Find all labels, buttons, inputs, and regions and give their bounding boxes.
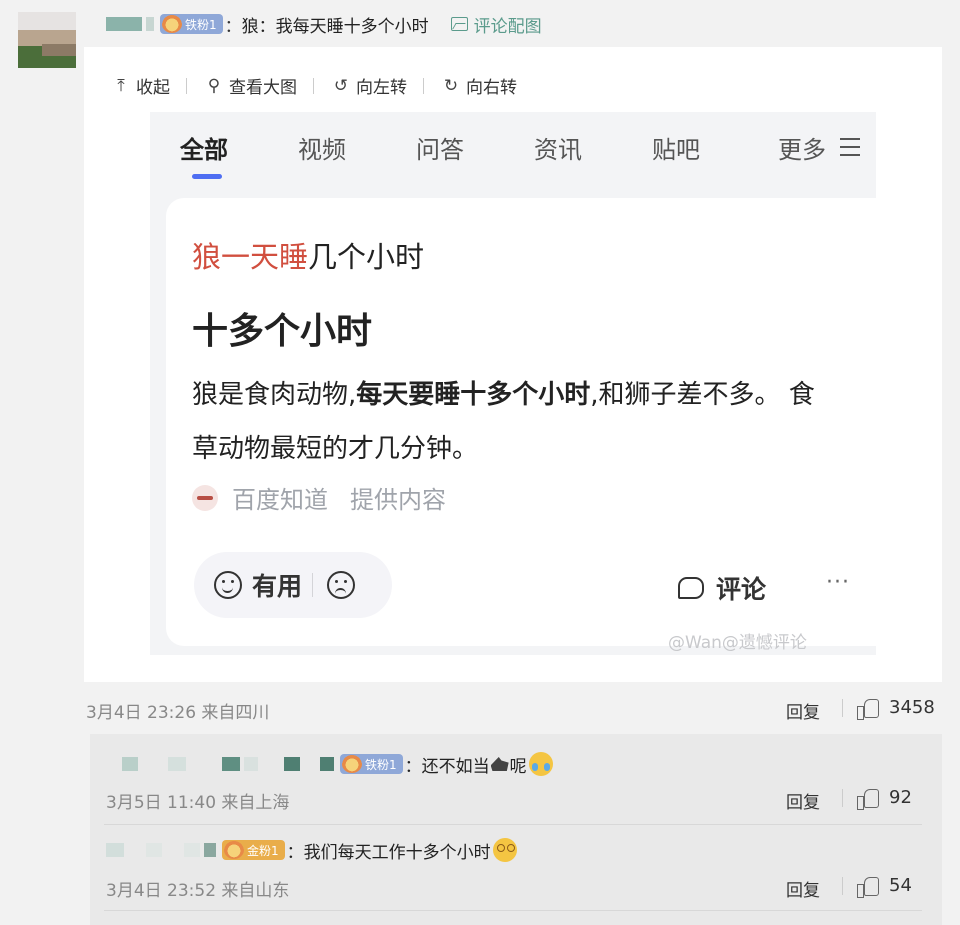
- answer-headline: 十多个小时: [192, 302, 373, 354]
- crown-icon: [342, 755, 362, 773]
- dizzy-emoji-icon: [492, 838, 517, 862]
- comment-text: 狼：我每天睡十多个小时: [241, 16, 429, 37]
- search-icon: ⚲: [207, 75, 221, 96]
- smile-icon: [214, 571, 242, 599]
- rotate-right-icon: ↻: [443, 75, 459, 96]
- like-button[interactable]: 54: [842, 875, 912, 898]
- comment-timestamp: 3月4日 23:26 来自四川: [86, 703, 270, 723]
- comment-image[interactable]: 全部 视频 问答 资讯 贴吧 更多 狼一天睡几个小时 十多个小时 狼是食肉动物,…: [150, 112, 876, 655]
- tab-video: 视频: [298, 136, 346, 164]
- image-icon: [450, 17, 468, 31]
- username-blurred[interactable]: [106, 17, 142, 31]
- answer-card: 狼一天睡几个小时 十多个小时 狼是食肉动物,每天要睡十多个小时,和狮子差不多。 …: [166, 198, 876, 653]
- like-button[interactable]: 3458: [842, 697, 935, 720]
- tab-more: 更多: [778, 136, 826, 164]
- crying-emoji-icon: [528, 752, 553, 776]
- image-viewer: ⤒ 收起 ⚲ 查看大图 ↺ 向左转 ↻ 向右转 全部 视频 问答 资讯 贴吧 更…: [84, 47, 942, 682]
- more-dots-icon: ···: [826, 570, 850, 595]
- reply-timestamp: 3月5日 11:40 来自上海: [106, 793, 290, 813]
- reply-header: 金粉1 ： 我们每天工作十多个小时: [106, 838, 517, 863]
- view-large-button[interactable]: ⚲ 查看大图: [203, 73, 297, 99]
- username-blurred[interactable]: [122, 757, 138, 771]
- question-title: 狼一天睡几个小时: [192, 240, 425, 274]
- reply-timestamp: 3月4日 23:52 来自山东: [106, 881, 290, 901]
- answer-source: 百度知道 提供内容: [192, 480, 446, 515]
- rotate-left-button[interactable]: ↺ 向左转: [330, 73, 407, 99]
- thumbs-up-icon: [857, 876, 879, 898]
- comment-picture-link[interactable]: 评论配图: [450, 12, 542, 37]
- watermark: @Wan@遗憾评论: [668, 633, 807, 653]
- wolf-icon: [490, 757, 509, 771]
- collapse-button[interactable]: ⤒ 收起: [110, 73, 170, 99]
- image-toolbar: ⤒ 收起 ⚲ 查看大图 ↺ 向左转 ↻ 向右转: [110, 73, 517, 99]
- crown-icon: [224, 841, 244, 859]
- tab-tieba: 贴吧: [652, 136, 700, 164]
- fan-badge[interactable]: 铁粉1: [340, 754, 403, 774]
- active-tab-indicator: [192, 174, 222, 179]
- collapse-icon: ⤒: [117, 75, 125, 96]
- tab-qa: 问答: [416, 136, 464, 164]
- rotate-right-button[interactable]: ↻ 向右转: [440, 73, 517, 99]
- fan-badge[interactable]: 金粉1: [222, 840, 285, 860]
- reply-button[interactable]: 回复: [786, 876, 820, 901]
- rotate-left-icon: ↺: [333, 75, 349, 96]
- comment-header: 铁粉1 ： 狼：我每天睡十多个小时 评论配图: [106, 10, 542, 38]
- username-blurred[interactable]: [106, 843, 124, 857]
- comment-bubble-icon: [678, 577, 704, 599]
- reply-button[interactable]: 回复: [786, 698, 820, 723]
- thumbs-up-icon: [857, 698, 879, 720]
- answer-paragraph: 狼是食肉动物,每天要睡十多个小时,和狮子差不多。 食草动物最短的才几分钟。: [192, 380, 815, 464]
- crown-icon: [162, 15, 182, 33]
- menu-icon: [840, 138, 860, 158]
- comment-label: 评论: [678, 570, 766, 606]
- vote-pill: 有用: [194, 552, 392, 618]
- thumbs-up-icon: [857, 788, 879, 810]
- reply-button[interactable]: 回复: [786, 788, 820, 813]
- tab-news: 资讯: [534, 136, 582, 164]
- reply-header: 铁粉1 ： 还不如当呢: [122, 752, 553, 777]
- baidu-zhidao-icon: [192, 484, 218, 511]
- sad-face-icon: [327, 571, 356, 599]
- tab-all: 全部: [180, 136, 228, 164]
- fan-badge[interactable]: 铁粉1: [160, 14, 223, 34]
- avatar[interactable]: [18, 12, 76, 68]
- like-button[interactable]: 92: [842, 787, 912, 810]
- search-tabs: 全部 视频 问答 资讯 贴吧 更多: [180, 130, 870, 170]
